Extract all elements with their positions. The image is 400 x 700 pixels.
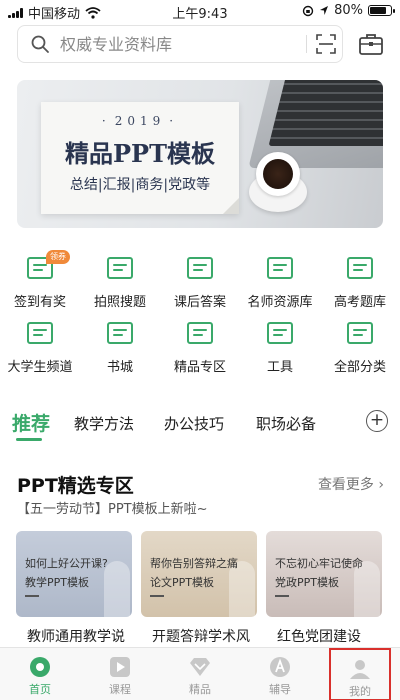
nav-label: 精品 [189, 683, 211, 696]
card-line1: 帮你告别答辩之痛 [150, 557, 238, 570]
tab-career[interactable]: 职场必备 [256, 413, 316, 434]
see-more-link[interactable]: 查看更多 › [318, 474, 384, 494]
bottom-nav: 首页 课程 精品 辅导 我的 [0, 647, 400, 700]
banner-card: 2019 精品PPT模板 总结|汇报|商务|党政等 [41, 102, 239, 214]
banner-subtitle: 总结|汇报|商务|党政等 [69, 177, 211, 193]
battery-level [370, 7, 386, 14]
shortcut-bookstore[interactable]: 书城 [80, 322, 160, 382]
shortcut-label: 名师资源库 [247, 295, 313, 310]
nav-label: 我的 [349, 685, 371, 698]
nav-profile[interactable]: 我的 [329, 648, 391, 700]
tab-office-skills[interactable]: 办公技巧 [164, 413, 224, 434]
card-accent [275, 595, 289, 597]
document-icon [347, 322, 373, 344]
paper-fold [223, 198, 239, 214]
scan-icon[interactable] [316, 34, 336, 54]
shortcut-label: 课后答案 [173, 295, 226, 310]
card-line2: 论文PPT模板 [150, 576, 214, 589]
play-icon [110, 657, 130, 677]
battery-percent: 80% [334, 3, 363, 18]
tab-active-indicator [16, 438, 42, 441]
shortcut-label: 全部分类 [333, 360, 386, 375]
shortcut-photo-search[interactable]: 拍照搜题 [80, 257, 160, 317]
banner-title: 精品PPT模板 [65, 139, 215, 168]
location-icon [320, 6, 329, 15]
briefcase-icon[interactable] [358, 31, 384, 57]
shortcut-tools[interactable]: 工具 [240, 322, 320, 382]
section-subtitle: 【五一劳动节】PPT模板上新啦~ [17, 502, 208, 517]
ppt-card-teaching[interactable]: 如何上好公开课? 教学PPT模板 [16, 531, 132, 617]
nav-courses[interactable]: 课程 [80, 648, 160, 700]
shortcut-label: 精品专区 [173, 360, 226, 375]
shortcut-label: 拍照搜题 [93, 295, 146, 310]
shortcut-all-categories[interactable]: 全部分类 [320, 322, 400, 382]
tutor-icon [270, 657, 290, 677]
diamond-icon [190, 658, 210, 676]
home-icon [30, 657, 50, 677]
shortcut-signin[interactable]: 领券 签到有奖 [0, 250, 80, 317]
shortcut-label: 工具 [266, 360, 293, 375]
search-bar[interactable] [17, 25, 343, 63]
shortcut-label: 签到有奖 [13, 295, 66, 310]
nav-premium[interactable]: 精品 [160, 648, 240, 700]
card-accent [25, 595, 39, 597]
status-bar: 中国移动 上午9:43 80% [0, 0, 400, 22]
document-icon [107, 322, 133, 344]
shortcut-college[interactable]: 大学生频道 [0, 322, 80, 382]
add-tab-icon[interactable]: + [366, 410, 388, 432]
search-divider [306, 35, 307, 53]
nav-label: 首页 [29, 683, 51, 696]
shortcut-exam-bank[interactable]: 高考题库 [320, 257, 400, 317]
card-line1: 不忘初心牢记使命 [275, 557, 363, 570]
lock-rotation-icon [302, 5, 314, 16]
profile-icon [350, 660, 370, 679]
coffee-image [263, 159, 293, 189]
shortcut-answers[interactable]: 课后答案 [160, 257, 240, 317]
coupon-badge: 领券 [46, 250, 70, 264]
shortcut-label: 大学生频道 [7, 360, 73, 375]
card-line1: 如何上好公开课? [25, 557, 108, 570]
card-line2: 党政PPT模板 [275, 576, 339, 589]
shortcut-label: 书城 [106, 360, 133, 375]
shortcut-premium[interactable]: 精品专区 [160, 322, 240, 382]
card-caption[interactable]: 红色党团建设 [277, 626, 397, 646]
battery-icon [368, 5, 395, 16]
card-caption[interactable]: 开题答辩学术风 [152, 626, 272, 646]
document-icon [347, 257, 373, 279]
tab-recommend[interactable]: 推荐 [12, 409, 50, 436]
document-icon [107, 257, 133, 279]
nav-label: 辅导 [269, 683, 291, 696]
tab-teaching-methods[interactable]: 教学方法 [74, 413, 134, 434]
promo-banner[interactable]: 2019 精品PPT模板 总结|汇报|商务|党政等 [17, 80, 383, 228]
nav-home[interactable]: 首页 [0, 648, 80, 700]
banner-year: 2019 [41, 114, 239, 128]
card-line2: 教学PPT模板 [25, 576, 89, 589]
ppt-card-defense[interactable]: 帮你告别答辩之痛 论文PPT模板 [141, 531, 257, 617]
status-right: 80% [302, 3, 395, 18]
document-icon [27, 322, 53, 344]
document-icon [267, 322, 293, 344]
nav-label: 课程 [109, 683, 131, 696]
search-input[interactable] [60, 32, 280, 56]
laptop-keyboard [268, 80, 383, 146]
document-icon [187, 322, 213, 344]
shortcut-teacher-resources[interactable]: 名师资源库 [240, 257, 320, 317]
document-icon [267, 257, 293, 279]
ppt-card-party[interactable]: 不忘初心牢记使命 党政PPT模板 [266, 531, 382, 617]
document-icon [187, 257, 213, 279]
section-title: PPT精选专区 [17, 475, 134, 497]
card-caption[interactable]: 教师通用教学说 [27, 626, 147, 646]
nav-tutoring[interactable]: 辅导 [240, 648, 320, 700]
card-accent [150, 595, 164, 597]
search-icon [31, 35, 49, 53]
shortcut-label: 高考题库 [333, 295, 386, 310]
